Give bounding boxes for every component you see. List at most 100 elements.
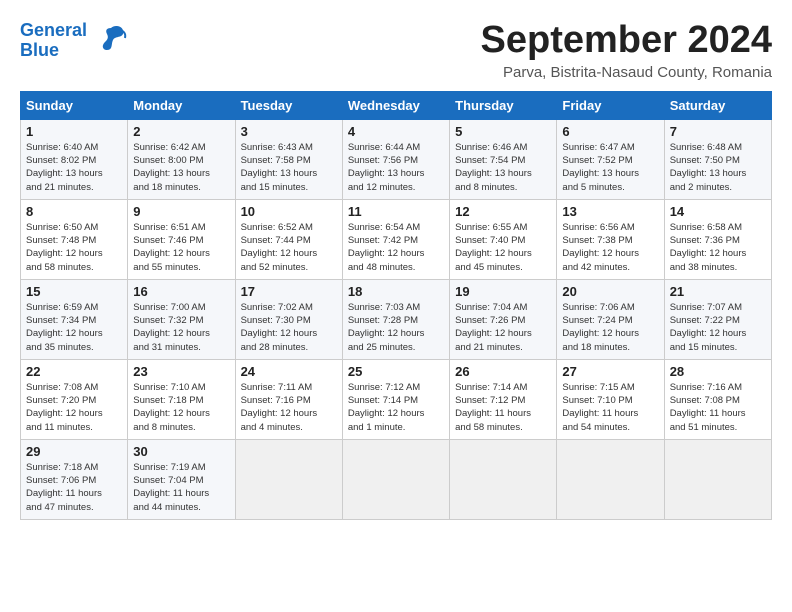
day-cell	[664, 439, 771, 519]
day-info: Sunrise: 6:42 AM Sunset: 8:00 PM Dayligh…	[133, 141, 229, 194]
header: General Blue September 2024 Parva, Bistr…	[20, 20, 772, 81]
day-number: 3	[241, 124, 337, 139]
title-block: September 2024 Parva, Bistrita-Nasaud Co…	[481, 20, 773, 81]
day-info: Sunrise: 7:04 AM Sunset: 7:26 PM Dayligh…	[455, 301, 551, 354]
day-cell: 28 Sunrise: 7:16 AM Sunset: 7:08 PM Dayli…	[664, 359, 771, 439]
header-tuesday: Tuesday	[235, 91, 342, 119]
day-info: Sunrise: 7:14 AM Sunset: 7:12 PM Dayligh…	[455, 381, 551, 434]
day-cell: 7 Sunrise: 6:48 AM Sunset: 7:50 PM Daylig…	[664, 119, 771, 199]
day-cell: 21 Sunrise: 7:07 AM Sunset: 7:22 PM Dayli…	[664, 279, 771, 359]
day-cell: 29 Sunrise: 7:18 AM Sunset: 7:06 PM Dayli…	[21, 439, 128, 519]
day-info: Sunrise: 7:16 AM Sunset: 7:08 PM Dayligh…	[670, 381, 766, 434]
day-info: Sunrise: 7:12 AM Sunset: 7:14 PM Dayligh…	[348, 381, 444, 434]
day-number: 28	[670, 364, 766, 379]
day-info: Sunrise: 6:58 AM Sunset: 7:36 PM Dayligh…	[670, 221, 766, 274]
day-number: 23	[133, 364, 229, 379]
day-number: 4	[348, 124, 444, 139]
day-number: 17	[241, 284, 337, 299]
day-info: Sunrise: 6:51 AM Sunset: 7:46 PM Dayligh…	[133, 221, 229, 274]
day-cell: 20Sunrise: 7:06 AM Sunset: 7:24 PM Dayli…	[557, 279, 664, 359]
week-row-4: 22 Sunrise: 7:08 AM Sunset: 7:20 PM Dayli…	[21, 359, 772, 439]
day-number: 19	[455, 284, 551, 299]
day-info: Sunrise: 7:18 AM Sunset: 7:06 PM Dayligh…	[26, 461, 122, 514]
day-number: 1	[26, 124, 122, 139]
week-row-1: 1 Sunrise: 6:40 AM Sunset: 8:02 PM Daylig…	[21, 119, 772, 199]
day-number: 29	[26, 444, 122, 459]
day-info: Sunrise: 7:00 AM Sunset: 7:32 PM Dayligh…	[133, 301, 229, 354]
day-info: Sunrise: 6:44 AM Sunset: 7:56 PM Dayligh…	[348, 141, 444, 194]
day-number: 25	[348, 364, 444, 379]
day-number: 9	[133, 204, 229, 219]
day-number: 26	[455, 364, 551, 379]
day-info: Sunrise: 7:10 AM Sunset: 7:18 PM Dayligh…	[133, 381, 229, 434]
day-cell: 4 Sunrise: 6:44 AM Sunset: 7:56 PM Daylig…	[342, 119, 449, 199]
day-cell: 3 Sunrise: 6:43 AM Sunset: 7:58 PM Daylig…	[235, 119, 342, 199]
day-info: Sunrise: 6:55 AM Sunset: 7:40 PM Dayligh…	[455, 221, 551, 274]
day-cell: 2 Sunrise: 6:42 AM Sunset: 8:00 PM Daylig…	[128, 119, 235, 199]
day-info: Sunrise: 7:19 AM Sunset: 7:04 PM Dayligh…	[133, 461, 229, 514]
week-row-5: 29 Sunrise: 7:18 AM Sunset: 7:06 PM Dayli…	[21, 439, 772, 519]
week-row-2: 8 Sunrise: 6:50 AM Sunset: 7:48 PM Daylig…	[21, 199, 772, 279]
day-number: 6	[562, 124, 658, 139]
day-number: 22	[26, 364, 122, 379]
day-cell: 18 Sunrise: 7:03 AM Sunset: 7:28 PM Dayli…	[342, 279, 449, 359]
day-cell: 22 Sunrise: 7:08 AM Sunset: 7:20 PM Dayli…	[21, 359, 128, 439]
day-info: Sunrise: 6:52 AM Sunset: 7:44 PM Dayligh…	[241, 221, 337, 274]
day-cell: 8 Sunrise: 6:50 AM Sunset: 7:48 PM Daylig…	[21, 199, 128, 279]
day-number: 7	[670, 124, 766, 139]
header-friday: Friday	[557, 91, 664, 119]
day-cell: 9 Sunrise: 6:51 AM Sunset: 7:46 PM Daylig…	[128, 199, 235, 279]
day-number: 11	[348, 204, 444, 219]
day-number: 16	[133, 284, 229, 299]
day-cell: 5 Sunrise: 6:46 AM Sunset: 7:54 PM Daylig…	[450, 119, 557, 199]
day-cell	[342, 439, 449, 519]
calendar-table: SundayMondayTuesdayWednesdayThursdayFrid…	[20, 91, 772, 520]
day-number: 10	[241, 204, 337, 219]
day-info: Sunrise: 7:06 AM Sunset: 7:24 PM Dayligh…	[562, 301, 658, 354]
day-number: 13	[562, 204, 658, 219]
day-number: 30	[133, 444, 229, 459]
day-info: Sunrise: 7:15 AM Sunset: 7:10 PM Dayligh…	[562, 381, 658, 434]
week-row-3: 15Sunrise: 6:59 AM Sunset: 7:34 PM Dayli…	[21, 279, 772, 359]
day-cell	[450, 439, 557, 519]
day-number: 8	[26, 204, 122, 219]
day-number: 2	[133, 124, 229, 139]
day-cell: 11Sunrise: 6:54 AM Sunset: 7:42 PM Dayli…	[342, 199, 449, 279]
month-title: September 2024	[481, 20, 773, 62]
day-cell: 10 Sunrise: 6:52 AM Sunset: 7:44 PM Dayli…	[235, 199, 342, 279]
day-number: 24	[241, 364, 337, 379]
day-info: Sunrise: 7:08 AM Sunset: 7:20 PM Dayligh…	[26, 381, 122, 434]
day-info: Sunrise: 6:46 AM Sunset: 7:54 PM Dayligh…	[455, 141, 551, 194]
day-info: Sunrise: 7:11 AM Sunset: 7:16 PM Dayligh…	[241, 381, 337, 434]
day-info: Sunrise: 6:43 AM Sunset: 7:58 PM Dayligh…	[241, 141, 337, 194]
day-cell	[557, 439, 664, 519]
header-sunday: Sunday	[21, 91, 128, 119]
day-info: Sunrise: 7:02 AM Sunset: 7:30 PM Dayligh…	[241, 301, 337, 354]
day-info: Sunrise: 6:50 AM Sunset: 7:48 PM Dayligh…	[26, 221, 122, 274]
day-number: 15	[26, 284, 122, 299]
day-cell: 13 Sunrise: 6:56 AM Sunset: 7:38 PM Dayli…	[557, 199, 664, 279]
day-cell: 14Sunrise: 6:58 AM Sunset: 7:36 PM Dayli…	[664, 199, 771, 279]
header-saturday: Saturday	[664, 91, 771, 119]
day-info: Sunrise: 6:56 AM Sunset: 7:38 PM Dayligh…	[562, 221, 658, 274]
logo-blue: Blue	[20, 41, 87, 61]
day-number: 21	[670, 284, 766, 299]
day-number: 18	[348, 284, 444, 299]
day-info: Sunrise: 6:47 AM Sunset: 7:52 PM Dayligh…	[562, 141, 658, 194]
day-cell: 19 Sunrise: 7:04 AM Sunset: 7:26 PM Dayli…	[450, 279, 557, 359]
day-number: 5	[455, 124, 551, 139]
day-info: Sunrise: 6:40 AM Sunset: 8:02 PM Dayligh…	[26, 141, 122, 194]
day-cell: 26 Sunrise: 7:14 AM Sunset: 7:12 PM Dayli…	[450, 359, 557, 439]
day-cell: 30 Sunrise: 7:19 AM Sunset: 7:04 PM Dayli…	[128, 439, 235, 519]
day-info: Sunrise: 6:48 AM Sunset: 7:50 PM Dayligh…	[670, 141, 766, 194]
day-info: Sunrise: 7:07 AM Sunset: 7:22 PM Dayligh…	[670, 301, 766, 354]
day-cell: 25 Sunrise: 7:12 AM Sunset: 7:14 PM Dayli…	[342, 359, 449, 439]
header-monday: Monday	[128, 91, 235, 119]
day-cell	[235, 439, 342, 519]
day-cell: 15Sunrise: 6:59 AM Sunset: 7:34 PM Dayli…	[21, 279, 128, 359]
day-cell: 27Sunrise: 7:15 AM Sunset: 7:10 PM Dayli…	[557, 359, 664, 439]
day-cell: 1 Sunrise: 6:40 AM Sunset: 8:02 PM Daylig…	[21, 119, 128, 199]
location: Parva, Bistrita-Nasaud County, Romania	[481, 64, 773, 81]
day-info: Sunrise: 7:03 AM Sunset: 7:28 PM Dayligh…	[348, 301, 444, 354]
day-cell: 6 Sunrise: 6:47 AM Sunset: 7:52 PM Daylig…	[557, 119, 664, 199]
